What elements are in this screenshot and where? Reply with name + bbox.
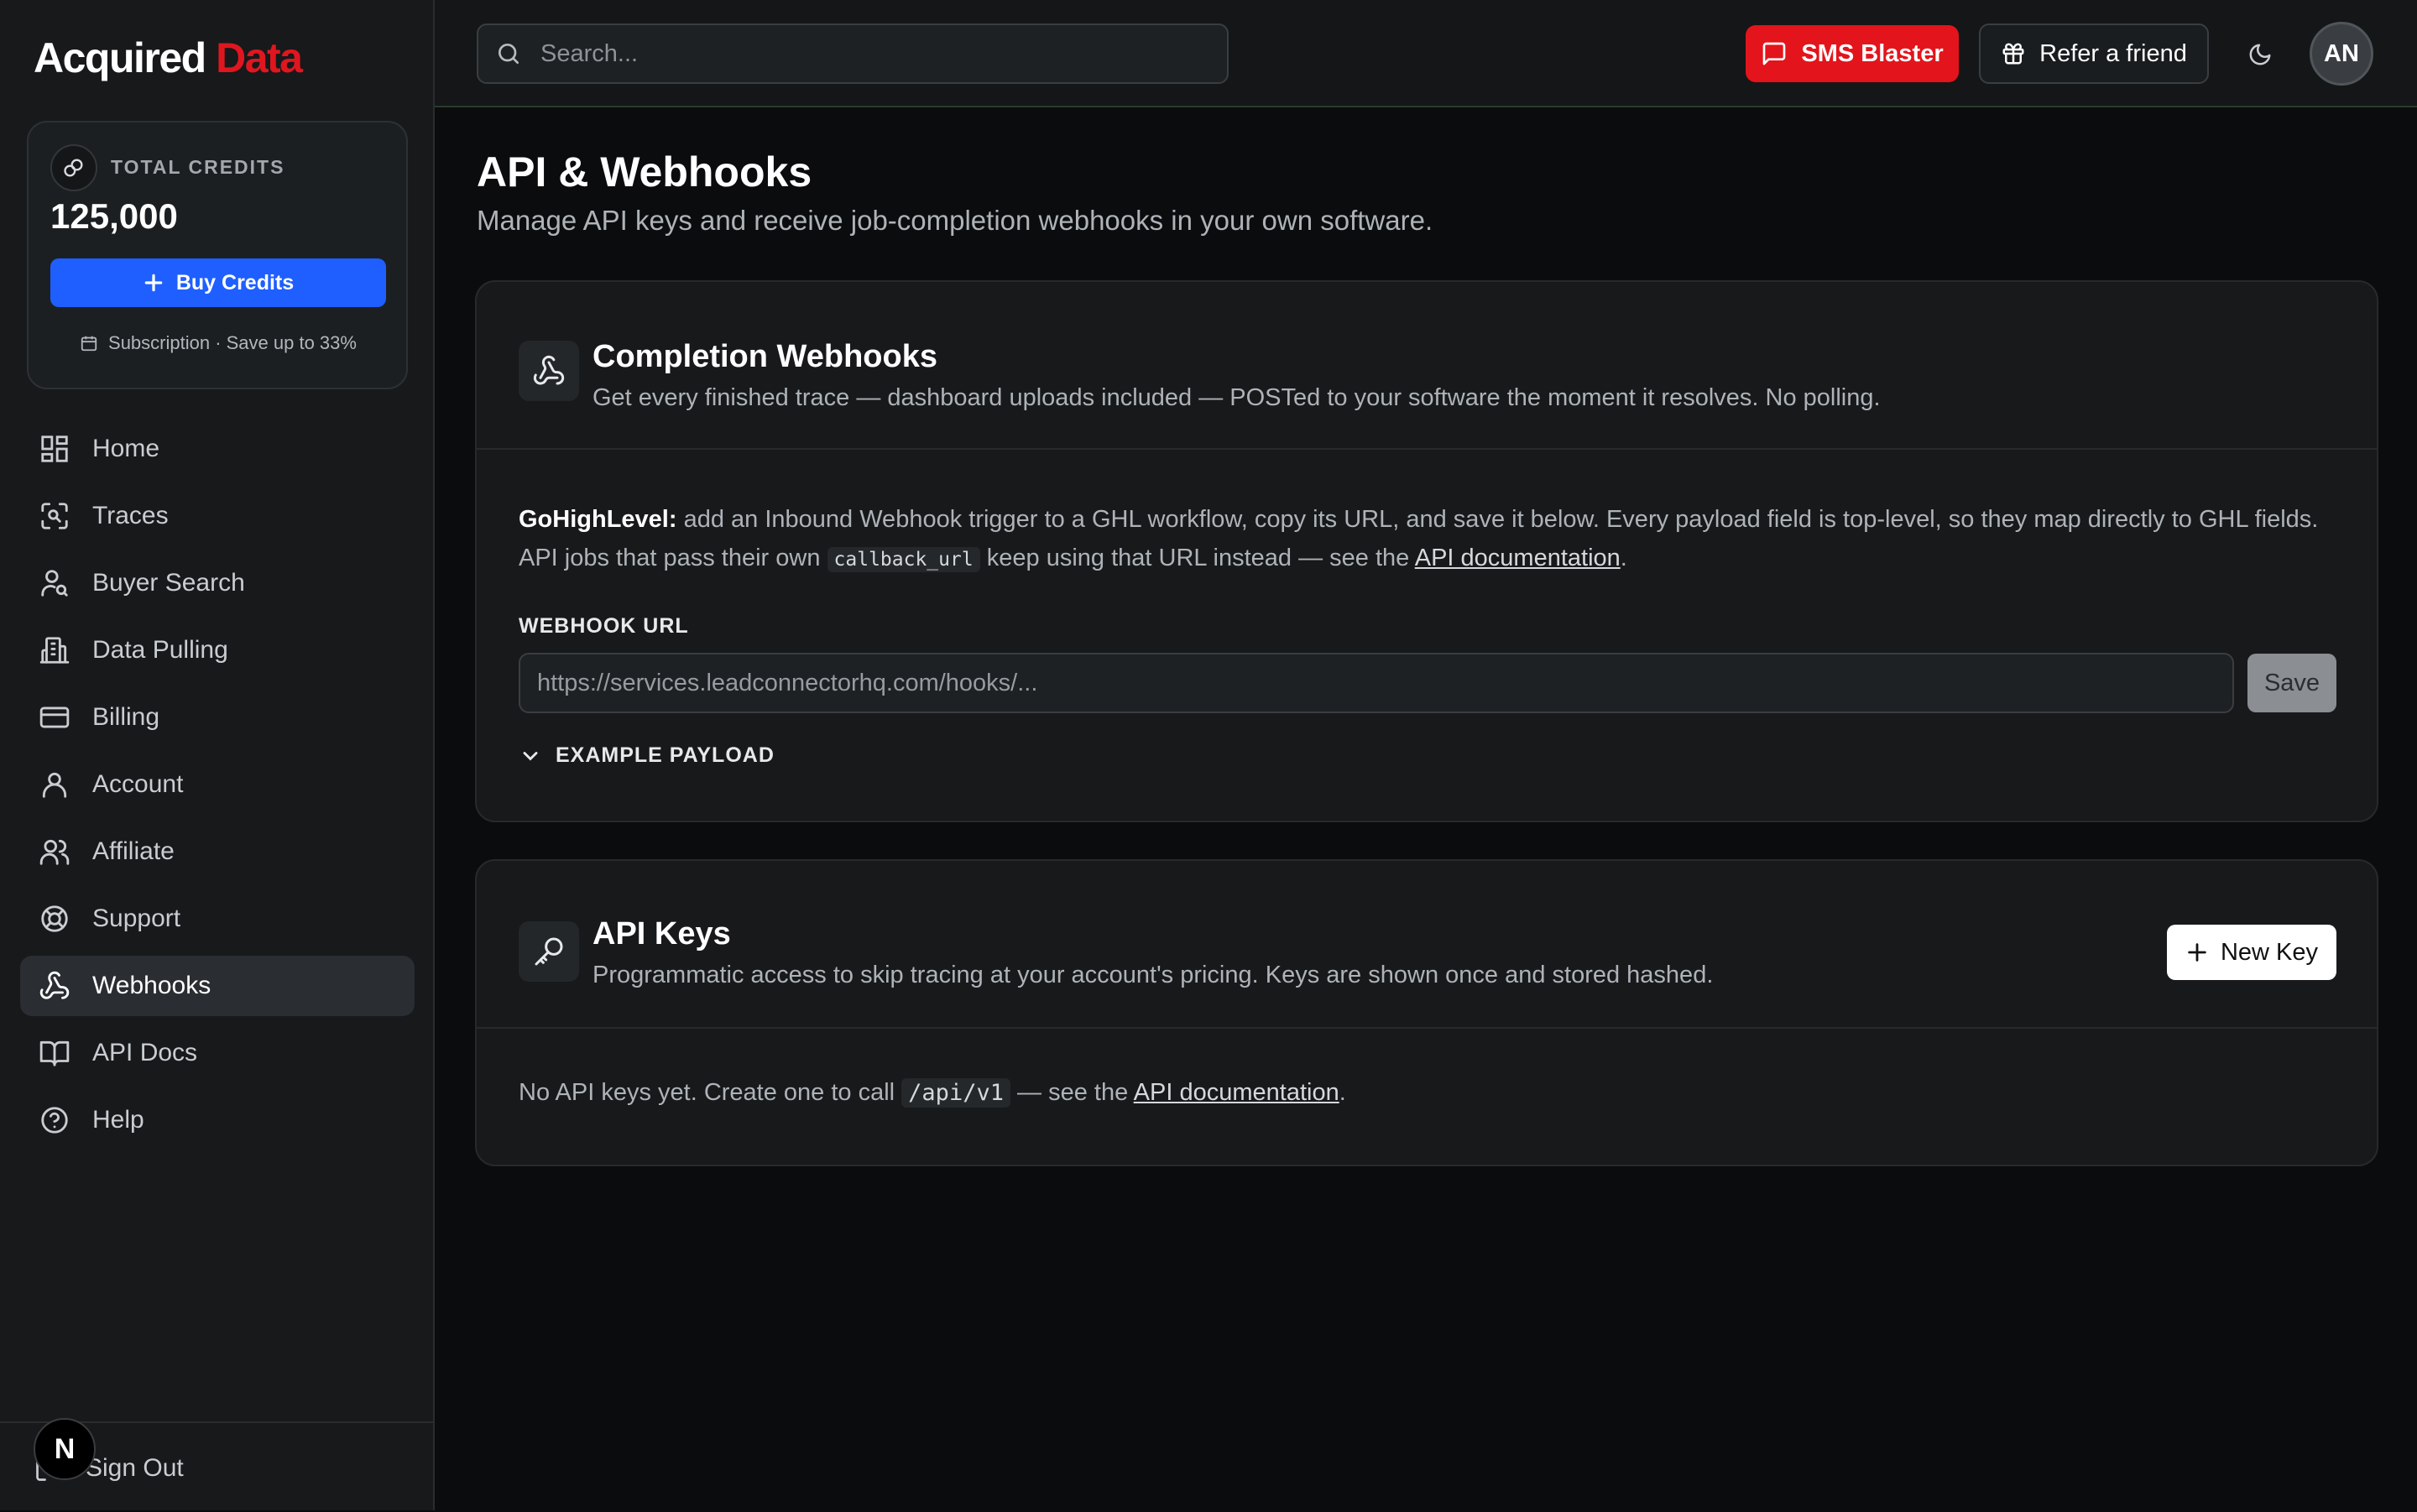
page-subtitle: Manage API keys and receive job-completi… [477,205,1433,236]
new-key-button[interactable]: New Key [2167,925,2336,980]
search-input[interactable] [539,39,1197,69]
life-buoy-icon [41,905,68,932]
message-square-icon [1763,42,1786,65]
sidebar-item-label: Affiliate [92,837,175,865]
book-icon [39,1040,70,1066]
grid-icon [41,435,68,462]
webhook-url-label: WEBHOOK URL [519,614,689,638]
dev-tools-badge[interactable]: N [34,1418,96,1480]
sidebar-item-label: Data Pulling [92,636,228,664]
credits-value: 125,000 [50,196,178,236]
refer-friend-button[interactable]: Refer a friend [1979,23,2209,84]
webhook-icon [39,971,70,999]
refer-friend-label: Refer a friend [2039,39,2187,67]
sidebar-item-label: Help [92,1106,144,1134]
ghl-label: GoHighLevel: [519,506,677,533]
sms-blaster-button[interactable]: SMS Blaster [1746,25,1959,82]
save-button[interactable]: Save [2247,654,2336,712]
credits-label: TOTAL CREDITS [111,156,285,178]
empty-period: . [1339,1079,1346,1106]
sidebar-nav: Home Traces Buyer Search Data Pulling Bi… [20,419,415,1157]
sidebar-item-api-docs[interactable]: API Docs [20,1023,415,1083]
api-documentation-link[interactable]: API documentation [1134,1079,1339,1106]
ghl-period: . [1620,545,1627,571]
sign-out-label: Sign Out [86,1454,184,1482]
sidebar-item-traces[interactable]: Traces [20,486,415,546]
card-body: GoHighLevel: add an Inbound Webhook trig… [477,450,2377,821]
plus-icon [2188,943,2206,962]
card-description: Get every finished trace — dashboard upl… [593,384,1881,411]
user-search-icon [41,570,68,597]
page-title: API & Webhooks [477,149,812,196]
sidebar-item-account[interactable]: Account [20,754,415,815]
buy-credits-label: Buy Credits [175,270,295,295]
webhook-url-input[interactable] [519,653,2234,713]
top-header: SMS Blaster Refer a friend AN [435,0,2417,107]
sidebar-item-label: Home [92,435,160,462]
credits-card: TOTAL CREDITS 125,000 Buy Credits Subscr… [27,121,408,389]
theme-toggle[interactable] [2239,34,2281,76]
sidebar-item-label: Buyer Search [92,569,245,597]
sidebar-item-support[interactable]: Support [20,889,415,949]
users-icon [39,839,70,865]
empty-state-text: No API keys yet. Create one to call /api… [519,1078,1346,1108]
help-circle-icon [41,1107,68,1134]
user-icon [42,772,67,798]
subscription-text: Subscription · Save up to 33% [108,332,357,353]
api-v1-code: /api/v1 [901,1078,1010,1108]
card-title: API Keys [593,916,731,952]
card-title: Completion Webhooks [593,339,937,374]
api-keys-card: API Keys Programmatic access to skip tra… [475,859,2378,1166]
sidebar-item-data-pulling[interactable]: Data Pulling [20,620,415,680]
moon-icon [2249,44,2271,65]
key-icon [519,921,579,982]
brand-name-part2: Data [216,34,303,81]
sidebar-item-label: Billing [92,703,160,731]
sidebar-item-label: Traces [92,502,169,529]
search-icon [499,44,519,64]
sidebar-item-label: Support [92,905,181,932]
example-payload-toggle[interactable]: EXAMPLE PAYLOAD [519,743,775,768]
card-body: No API keys yet. Create one to call /api… [477,1029,2377,1165]
calendar-icon [81,336,97,352]
sidebar-item-affiliate[interactable]: Affiliate [20,821,415,882]
sidebar-item-label: Webhooks [92,972,211,999]
sidebar-item-webhooks[interactable]: Webhooks [20,956,415,1016]
card-header: Completion Webhooks Get every finished t… [477,282,2377,450]
example-payload-label: EXAMPLE PAYLOAD [556,743,775,767]
ghl-text: keep using that URL instead — see the [979,545,1415,571]
subscription-link[interactable]: Subscription · Save up to 33% [50,332,386,354]
gift-icon [2002,43,2024,65]
building-icon [39,637,70,664]
ghl-instructions: GoHighLevel: add an Inbound Webhook trig… [519,500,2331,579]
sidebar-item-label: Account [92,770,184,798]
avatar[interactable]: AN [2310,22,2373,86]
sidebar-item-label: API Docs [92,1039,198,1066]
callback-url-code: callback_url [827,547,980,572]
sidebar: Acquired Data TOTAL CREDITS 125,000 Buy … [0,0,435,1510]
search-box[interactable] [477,23,1229,84]
brand-name-part1: Acquired [34,34,206,81]
api-documentation-link[interactable]: API documentation [1415,545,1621,571]
new-key-label: New Key [2220,938,2319,966]
scan-icon [41,503,68,529]
empty-text: No API keys yet. Create one to call [519,1079,902,1106]
plus-icon [144,274,163,292]
sms-blaster-label: SMS Blaster [1801,39,1944,67]
sidebar-item-billing[interactable]: Billing [20,687,415,748]
webhook-icon [519,341,579,401]
completion-webhooks-card: Completion Webhooks Get every finished t… [475,280,2378,822]
coins-icon [50,144,97,191]
empty-text: — see the [1010,1079,1134,1106]
brand-logo[interactable]: Acquired Data [34,34,303,82]
credit-card-icon [39,706,70,728]
sidebar-item-buyer-search[interactable]: Buyer Search [20,553,415,613]
chevron-down-icon [523,751,538,761]
sidebar-item-help[interactable]: Help [20,1090,415,1150]
card-description: Programmatic access to skip tracing at y… [593,962,1714,988]
card-header: API Keys Programmatic access to skip tra… [477,861,2377,1029]
sidebar-item-home[interactable]: Home [20,419,415,479]
buy-credits-button[interactable]: Buy Credits [50,258,386,307]
